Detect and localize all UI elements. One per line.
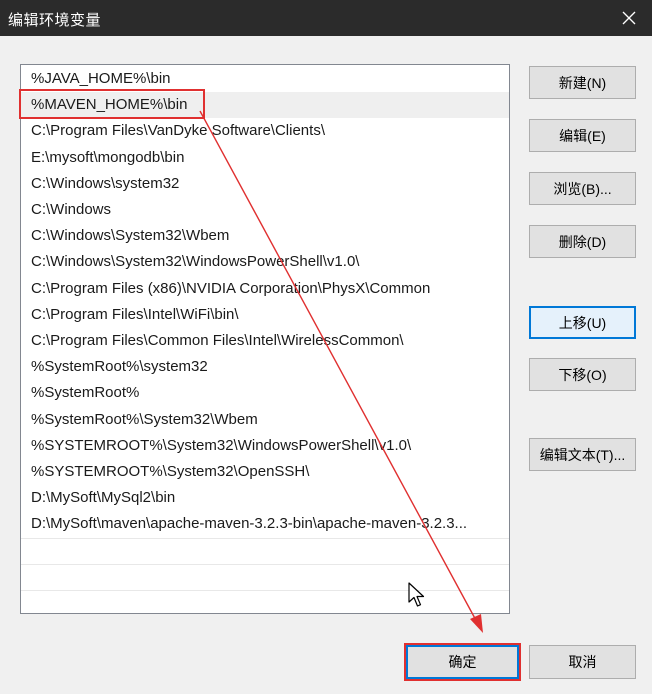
empty-list-row <box>21 590 509 613</box>
title-bar: 编辑环境变量 <box>0 0 652 36</box>
list-item[interactable]: C:\Program Files\VanDyke Software\Client… <box>21 118 509 144</box>
cancel-button[interactable]: 取消 <box>529 645 636 679</box>
close-button[interactable] <box>606 0 652 36</box>
list-item[interactable]: %SystemRoot%\system32 <box>21 354 509 380</box>
move-up-button[interactable]: 上移(U) <box>529 306 636 339</box>
list-item[interactable]: E:\mysoft\mongodb\bin <box>21 145 509 171</box>
list-item[interactable]: %SYSTEMROOT%\System32\OpenSSH\ <box>21 459 509 485</box>
window-title: 编辑环境变量 <box>8 12 102 29</box>
list-item[interactable]: C:\Windows <box>21 197 509 223</box>
list-item[interactable]: C:\Windows\System32\WindowsPowerShell\v1… <box>21 249 509 275</box>
mouse-pointer-icon <box>408 582 425 607</box>
list-item[interactable]: %SystemRoot% <box>21 380 509 406</box>
close-icon <box>622 11 636 25</box>
list-item[interactable]: C:\Program Files\Intel\WiFi\bin\ <box>21 302 509 328</box>
list-item[interactable]: C:\Program Files (x86)\NVIDIA Corporatio… <box>21 276 509 302</box>
list-item[interactable]: %JAVA_HOME%\bin <box>21 66 509 92</box>
new-button[interactable]: 新建(N) <box>529 66 636 99</box>
ok-button[interactable]: 确定 <box>406 645 519 679</box>
list-item[interactable]: C:\Windows\system32 <box>21 171 509 197</box>
list-item[interactable]: C:\Program Files\Common Files\Intel\Wire… <box>21 328 509 354</box>
delete-button[interactable]: 删除(D) <box>529 225 636 258</box>
path-list[interactable]: %JAVA_HOME%\bin %MAVEN_HOME%\bin C:\Progra… <box>20 64 510 614</box>
list-item[interactable]: %SYSTEMROOT%\System32\WindowsPowerShell\… <box>21 433 509 459</box>
list-item[interactable]: C:\Windows\System32\Wbem <box>21 223 509 249</box>
edit-button[interactable]: 编辑(E) <box>529 119 636 152</box>
empty-list-row <box>21 563 509 590</box>
list-item[interactable]: %MAVEN_HOME%\bin <box>21 92 509 119</box>
list-item[interactable]: D:\MySoft\maven\apache-maven-3.2.3-bin\a… <box>21 511 509 537</box>
move-down-button[interactable]: 下移(O) <box>529 358 636 391</box>
list-item[interactable]: %SystemRoot%\System32\Wbem <box>21 407 509 433</box>
edit-text-button[interactable]: 编辑文本(T)... <box>529 438 636 471</box>
list-item[interactable]: D:\MySoft\MySql2\bin <box>21 485 509 511</box>
empty-list-row <box>21 537 509 564</box>
browse-button[interactable]: 浏览(B)... <box>529 172 636 205</box>
edit-env-var-dialog: 编辑环境变量 %JAVA_HOME%\bin %MAVEN_HOME%\bin C:… <box>0 0 652 694</box>
